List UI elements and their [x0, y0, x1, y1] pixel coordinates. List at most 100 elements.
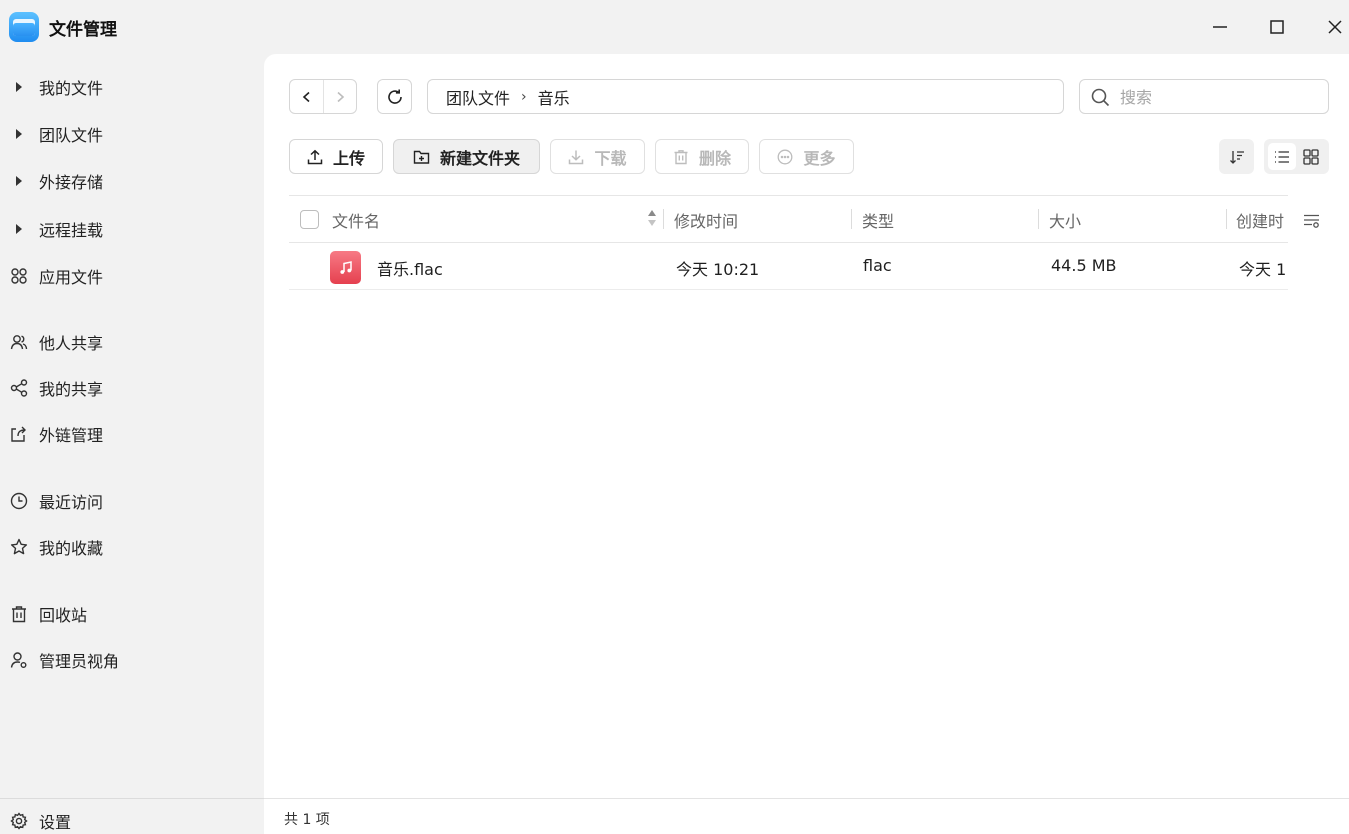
caret-right-icon[interactable]	[10, 125, 28, 143]
download-button[interactable]: 下载	[550, 139, 645, 174]
sidebar-item-team-files[interactable]: 团队文件	[0, 116, 264, 152]
column-divider[interactable]	[851, 209, 852, 229]
title-bar: 文件管理	[0, 0, 1349, 54]
admin-user-icon	[10, 651, 28, 669]
more-icon	[777, 149, 793, 165]
column-header-created[interactable]: 创建时	[1236, 208, 1284, 232]
sidebar-item-label: 他人共享	[39, 334, 104, 353]
column-divider[interactable]	[1038, 209, 1039, 229]
sidebar-item-app-files[interactable]: 应用文件	[0, 258, 264, 294]
sidebar-item-link-management[interactable]: 外链管理	[0, 416, 264, 452]
sidebar-item-recent[interactable]: 最近访问	[0, 483, 264, 519]
search-box[interactable]	[1079, 79, 1329, 114]
breadcrumb-item-current[interactable]: 音乐	[538, 85, 570, 109]
sidebar-footer: 设置	[0, 798, 264, 834]
column-divider[interactable]	[1226, 209, 1227, 229]
grid-icon	[1303, 148, 1319, 165]
sidebar-item-settings[interactable]: 设置	[0, 803, 264, 834]
back-button[interactable]	[290, 80, 323, 113]
apps-grid-icon	[10, 267, 28, 285]
sidebar-item-label: 我的收藏	[39, 539, 104, 558]
sidebar-item-shared-with-me[interactable]: 他人共享	[0, 324, 264, 360]
upload-button[interactable]: 上传	[289, 139, 383, 174]
sidebar-item-label: 远程挂载	[39, 221, 104, 240]
delete-button[interactable]: 删除	[655, 139, 749, 174]
sort-arrows-icon[interactable]	[647, 208, 657, 228]
upload-icon	[307, 149, 323, 165]
column-settings-button[interactable]	[1301, 210, 1323, 232]
sidebar-item-my-files[interactable]: 我的文件	[0, 69, 264, 105]
file-size: 44.5 MB	[1051, 256, 1117, 275]
sidebar-item-label: 回收站	[39, 606, 88, 625]
column-header-type[interactable]: 类型	[862, 208, 894, 232]
sidebar: 我的文件 团队文件 外接存储 远程挂载 应用文件 他人共享 我的共享 外链管理	[0, 54, 264, 834]
more-label: 更多	[803, 148, 836, 168]
file-created: 今天 1	[1239, 260, 1287, 279]
delete-label: 删除	[698, 148, 731, 168]
sidebar-item-label: 设置	[39, 813, 72, 832]
minimize-button[interactable]	[1205, 12, 1235, 42]
sort-button[interactable]	[1219, 139, 1254, 174]
caret-right-icon[interactable]	[10, 172, 28, 190]
sidebar-item-label: 外接存储	[39, 173, 104, 192]
external-link-icon	[10, 425, 28, 443]
trash-icon	[10, 605, 28, 623]
share-icon	[10, 379, 28, 397]
sidebar-item-favorites[interactable]: 我的收藏	[0, 529, 264, 565]
new-folder-label: 新建文件夹	[439, 148, 520, 168]
file-name[interactable]: 音乐.flac	[377, 256, 443, 280]
caret-right-icon[interactable]	[10, 220, 28, 238]
view-switcher	[1264, 139, 1329, 174]
history-nav	[289, 79, 357, 114]
app-title: 文件管理	[49, 20, 117, 40]
sidebar-item-external-storage[interactable]: 外接存储	[0, 163, 264, 199]
column-header-modified[interactable]: 修改时间	[674, 208, 738, 232]
maximize-button[interactable]	[1262, 12, 1292, 42]
sidebar-item-label: 外链管理	[39, 426, 104, 445]
download-label: 下载	[594, 148, 627, 168]
search-input[interactable]	[1120, 86, 1310, 108]
sidebar-item-label: 我的文件	[39, 79, 104, 98]
column-header-name[interactable]: 文件名	[332, 208, 380, 232]
sidebar-item-remote-mount[interactable]: 远程挂载	[0, 211, 264, 247]
sidebar-item-my-shares[interactable]: 我的共享	[0, 370, 264, 406]
column-header-size[interactable]: 大小	[1049, 208, 1081, 232]
close-button[interactable]	[1320, 12, 1349, 42]
upload-label: 上传	[332, 148, 365, 168]
list-view-button[interactable]	[1268, 143, 1296, 170]
caret-right-icon[interactable]	[10, 78, 28, 96]
sidebar-item-label: 我的共享	[39, 380, 104, 399]
music-file-icon	[330, 251, 361, 284]
sidebar-item-label: 管理员视角	[39, 652, 120, 671]
sidebar-item-label: 应用文件	[39, 268, 104, 287]
column-settings-icon	[1304, 214, 1319, 228]
clock-icon	[10, 492, 28, 510]
sidebar-item-trash[interactable]: 回收站	[0, 596, 264, 632]
column-divider[interactable]	[663, 209, 664, 229]
item-count: 共 1 项	[284, 812, 330, 828]
list-icon	[1275, 150, 1289, 163]
file-table: 文件名 修改时间 类型 大小 创建时 音乐.flac 今天 10:21 flac…	[289, 195, 1288, 290]
users-icon	[10, 333, 28, 351]
file-modified: 今天 10:21	[676, 260, 760, 279]
select-all-checkbox[interactable]	[300, 210, 319, 229]
folder-add-icon	[413, 149, 430, 165]
sidebar-item-admin-view[interactable]: 管理员视角	[0, 642, 264, 678]
file-type: flac	[863, 256, 892, 275]
status-bar: 共 1 项	[264, 798, 1349, 834]
breadcrumb-item-team-files[interactable]: 团队文件	[446, 85, 510, 109]
grid-view-button[interactable]	[1297, 143, 1325, 170]
search-icon	[1091, 88, 1110, 111]
main-panel: 团队文件 › 音乐 上传 新建文件夹 下载 删除	[264, 54, 1349, 834]
refresh-button[interactable]	[377, 79, 412, 114]
app-logo-icon	[9, 12, 39, 42]
table-row[interactable]: 音乐.flac 今天 10:21 flac 44.5 MB 今天 1	[289, 243, 1288, 290]
gear-icon	[10, 812, 28, 830]
star-icon	[10, 538, 28, 556]
trash-icon	[673, 149, 689, 165]
chevron-right-icon: ›	[521, 88, 527, 105]
sidebar-item-label: 团队文件	[39, 126, 104, 145]
new-folder-button[interactable]: 新建文件夹	[393, 139, 540, 174]
more-button[interactable]: 更多	[759, 139, 854, 174]
forward-button[interactable]	[323, 80, 356, 113]
